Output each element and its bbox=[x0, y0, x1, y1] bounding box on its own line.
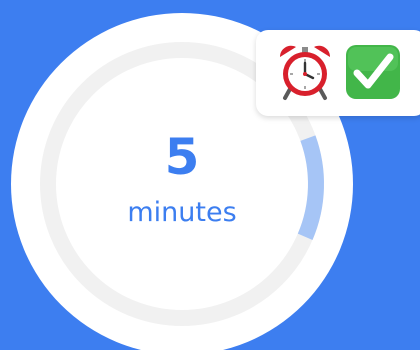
status-badge bbox=[256, 30, 420, 116]
timer-value: 5 bbox=[164, 128, 200, 186]
check-mark-button-icon bbox=[346, 45, 400, 99]
timer-unit-label: minutes bbox=[127, 197, 237, 228]
alarm-clock-icon bbox=[279, 45, 331, 100]
